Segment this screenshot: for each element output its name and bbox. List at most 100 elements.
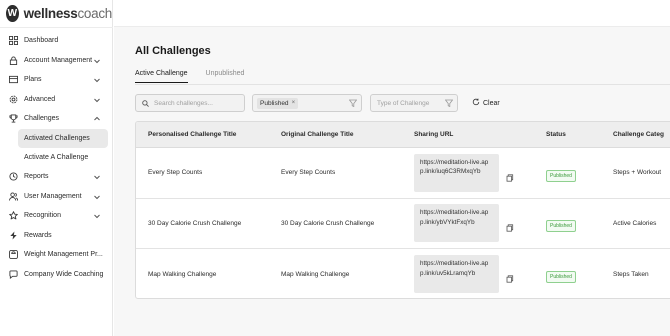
refresh-icon <box>472 98 480 108</box>
table-header: Personalised Challenge Title Original Ch… <box>136 122 670 148</box>
challenge-tabs: Active Challenge Unpublished <box>135 70 244 83</box>
chevron-down-icon <box>93 212 101 220</box>
status-cell: Published <box>546 265 576 284</box>
sharing-url-text[interactable]: https://meditation-live.app.link/uv5kLra… <box>414 255 499 294</box>
sidebar-subitem-label: Activate A Challenge <box>24 153 89 161</box>
sidebar-item-label: Advanced <box>24 95 56 103</box>
brand-name: wellnesscoach <box>23 6 113 21</box>
column-header-personalised-title[interactable]: Personalised Challenge Title <box>148 131 236 138</box>
sidebar-item-label: Reports <box>24 173 49 181</box>
table-row[interactable]: Every Step Counts Every Step Counts http… <box>136 148 670 199</box>
column-header-sharing-url[interactable]: Sharing URL <box>414 131 453 138</box>
sharing-url-cell: https://meditation-live.app.link/ybVYktF… <box>414 204 499 243</box>
status-cell: Published <box>546 214 576 233</box>
sidebar-item-label: Company Wide Coaching <box>24 270 104 278</box>
chevron-down-icon <box>93 193 101 201</box>
sharing-url-text[interactable]: https://meditation-live.app.link/ybVYktF… <box>414 204 499 243</box>
chat-icon <box>8 269 18 279</box>
search-input[interactable] <box>154 99 234 107</box>
sidebar-item-reports[interactable]: Reports <box>0 167 113 187</box>
status-badge: Published <box>546 220 576 233</box>
filter-icon <box>444 99 454 108</box>
sidebar-item-label: Account Management <box>24 56 93 64</box>
challenge-type-placeholder: Type of Challenge <box>377 99 430 107</box>
sidebar-item-dashboard[interactable]: Dashboard <box>0 31 113 51</box>
personalised-title-cell: 30 Day Calorie Crush Challenge <box>148 219 242 227</box>
filter-icon <box>348 99 358 108</box>
category-cell: Steps Taken <box>613 270 649 278</box>
sidebar-subitem-activate-a-challenge[interactable]: Activate A Challenge <box>0 148 113 168</box>
status-badge: Published <box>546 169 576 182</box>
sidebar-item-label: Weight Management Pr... <box>24 251 103 259</box>
grid-icon <box>8 36 18 46</box>
chevron-down-icon <box>93 96 101 104</box>
original-title-cell: Map Walking Challenge <box>281 270 350 278</box>
page-title: All Challenges <box>135 45 211 57</box>
trophy-icon <box>8 114 18 124</box>
sharing-url-cell: https://meditation-live.app.link/uv5kLra… <box>414 255 499 294</box>
copy-icon[interactable] <box>506 169 514 182</box>
sidebar-item-recognition[interactable]: Recognition <box>0 206 113 226</box>
sidebar-nav: Dashboard Account Management Plans Advan… <box>0 31 113 284</box>
copy-icon[interactable] <box>506 270 514 283</box>
status-filter-chip[interactable]: Published × <box>257 97 299 109</box>
chevron-down-icon <box>93 57 101 65</box>
sidebar-item-label: Rewards <box>24 231 52 239</box>
copy-icon[interactable] <box>506 219 514 232</box>
brand-name-light: coach <box>77 6 112 21</box>
sharing-url-cell: https://meditation-live.app.link/iuq6C3R… <box>414 153 499 192</box>
sidebar-item-account-management[interactable]: Account Management <box>0 51 113 71</box>
close-icon[interactable]: × <box>292 100 296 106</box>
search-box <box>135 94 245 112</box>
scale-icon <box>8 250 18 260</box>
clear-filters-button[interactable]: Clear <box>472 94 500 112</box>
clear-filters-label: Clear <box>483 99 500 107</box>
sidebar-item-label: Challenges <box>24 115 60 123</box>
tabs-divider <box>135 84 670 85</box>
table-row[interactable]: 30 Day Calorie Crush Challenge 30 Day Ca… <box>136 199 670 249</box>
chevron-down-icon <box>93 76 101 84</box>
star-icon <box>8 211 18 221</box>
sidebar-item-user-management[interactable]: User Management <box>0 187 113 207</box>
gear-icon <box>8 94 18 104</box>
challenges-table: Personalised Challenge Title Original Ch… <box>135 121 670 299</box>
tab-active-challenge[interactable]: Active Challenge <box>135 70 188 83</box>
status-badge: Published <box>546 271 576 284</box>
bolt-icon <box>8 230 18 240</box>
main-content: All Challenges Active Challenge Unpublis… <box>114 27 670 336</box>
sidebar-item-plans[interactable]: Plans <box>0 70 113 90</box>
clock-icon <box>8 172 18 182</box>
brand-name-bold: wellness <box>23 6 78 21</box>
lock-icon <box>8 55 18 65</box>
sidebar-item-company-wide-coaching[interactable]: Company Wide Coaching <box>0 265 113 285</box>
status-filter-select[interactable]: Published × <box>252 94 362 112</box>
sidebar-item-label: Plans <box>24 76 42 84</box>
sidebar-item-label: User Management <box>24 192 82 200</box>
original-title-cell: Every Step Counts <box>281 169 336 177</box>
sidebar-subitem-label: Activated Challenges <box>24 134 90 142</box>
card-icon <box>8 75 18 85</box>
status-cell: Published <box>546 164 576 182</box>
chevron-up-icon <box>93 115 101 123</box>
tab-unpublished[interactable]: Unpublished <box>206 70 245 83</box>
status-filter-chip-label: Published <box>260 99 289 107</box>
sidebar-item-rewards[interactable]: Rewards <box>0 226 113 246</box>
challenge-type-select[interactable]: Type of Challenge <box>370 94 458 112</box>
column-header-challenge-category[interactable]: Challenge Categ <box>613 131 664 138</box>
brand-logo[interactable]: W wellnesscoach <box>0 0 112 27</box>
column-header-original-title[interactable]: Original Challenge Title <box>281 131 353 138</box>
personalised-title-cell: Every Step Counts <box>148 169 203 177</box>
category-cell: Steps + Workout <box>613 169 662 177</box>
sidebar-item-challenges[interactable]: Challenges <box>0 109 113 129</box>
original-title-cell: 30 Day Calorie Crush Challenge <box>281 219 375 227</box>
table-row[interactable]: Map Walking Challenge Map Walking Challe… <box>136 249 670 298</box>
sidebar-divider <box>0 27 113 28</box>
column-header-status[interactable]: Status <box>546 131 566 138</box>
sidebar-subitem-activated-challenges[interactable]: Activated Challenges <box>18 128 108 148</box>
sidebar-item-weight-management[interactable]: Weight Management Pr... <box>0 245 113 265</box>
search-icon <box>142 94 149 112</box>
sidebar-item-advanced[interactable]: Advanced <box>0 90 113 110</box>
top-bar <box>114 0 670 27</box>
sharing-url-text[interactable]: https://meditation-live.app.link/iuq6C3R… <box>414 153 499 192</box>
sidebar-item-label: Dashboard <box>24 37 59 45</box>
